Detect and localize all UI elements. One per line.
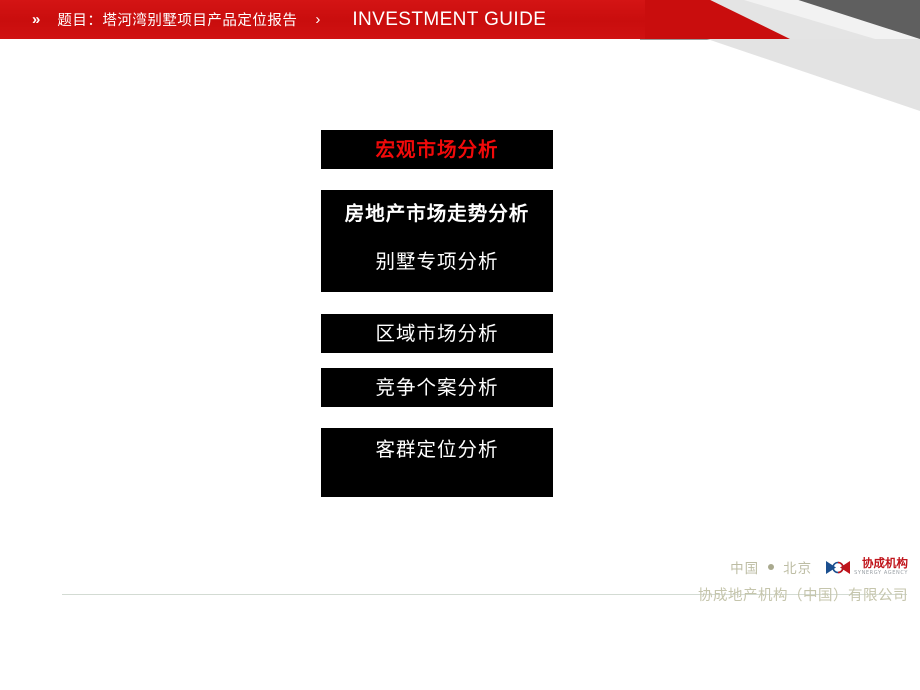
chevron-right-icon: ›	[315, 11, 321, 28]
dot-separator-icon	[768, 564, 775, 570]
agenda-item-realestate-trend[interactable]: 房地产市场走势分析 别墅专项分析	[321, 190, 553, 292]
slide-canvas: » 题目：塔河湾别墅项目产品定位报告 › INVESTMENT GUIDE 宏观…	[0, 0, 920, 690]
footer: 中国 北京 协成机构 SYNERGY AGENCY 协成地产机构（中国）有限公司	[698, 556, 908, 605]
agenda-item-label: 区域市场分析	[375, 321, 499, 345]
agenda-item-label: 房地产市场走势分析	[344, 202, 530, 225]
footer-company-name: 协成地产机构（中国）有限公司	[698, 588, 908, 604]
header-subtitle: INVESTMENT GUIDE	[352, 8, 547, 30]
agenda-item-label: 别墅专项分析	[375, 249, 499, 273]
agenda-item-customer-positioning[interactable]: 客群定位分析	[321, 428, 553, 497]
logo-name-en: SYNERGY AGENCY	[854, 569, 908, 576]
agenda-item-competitor-case[interactable]: 竞争个案分析	[321, 368, 553, 407]
header-title: 题目：塔河湾别墅项目产品定位报告	[57, 13, 298, 29]
double-chevron-icon: »	[32, 11, 40, 28]
footer-country-label: 中国	[730, 561, 760, 577]
agenda-item-regional-market[interactable]: 区域市场分析	[321, 314, 553, 353]
decoration-wedge-lower	[707, 39, 920, 111]
footer-brand-row: 中国 北京 协成机构 SYNERGY AGENCY	[698, 556, 908, 578]
agenda-item-label: 客群定位分析	[375, 438, 499, 461]
agenda-item-label: 竞争个案分析	[375, 375, 499, 399]
header-content: » 题目：塔河湾别墅项目产品定位报告 › INVESTMENT GUIDE	[0, 0, 546, 39]
footer-city-label: 北京	[783, 561, 813, 577]
header-decoration-below	[640, 39, 920, 111]
agenda-item-label: 宏观市场分析	[375, 137, 499, 161]
logo-wordmark: 协成机构 SYNERGY AGENCY	[854, 558, 908, 576]
logo-name-cn: 协成机构	[862, 556, 908, 571]
agenda-item-macro-market[interactable]: 宏观市场分析	[321, 130, 553, 169]
synergy-agency-logo: 协成机构 SYNERGY AGENCY	[825, 558, 908, 576]
logo-glyph-icon	[826, 560, 851, 574]
